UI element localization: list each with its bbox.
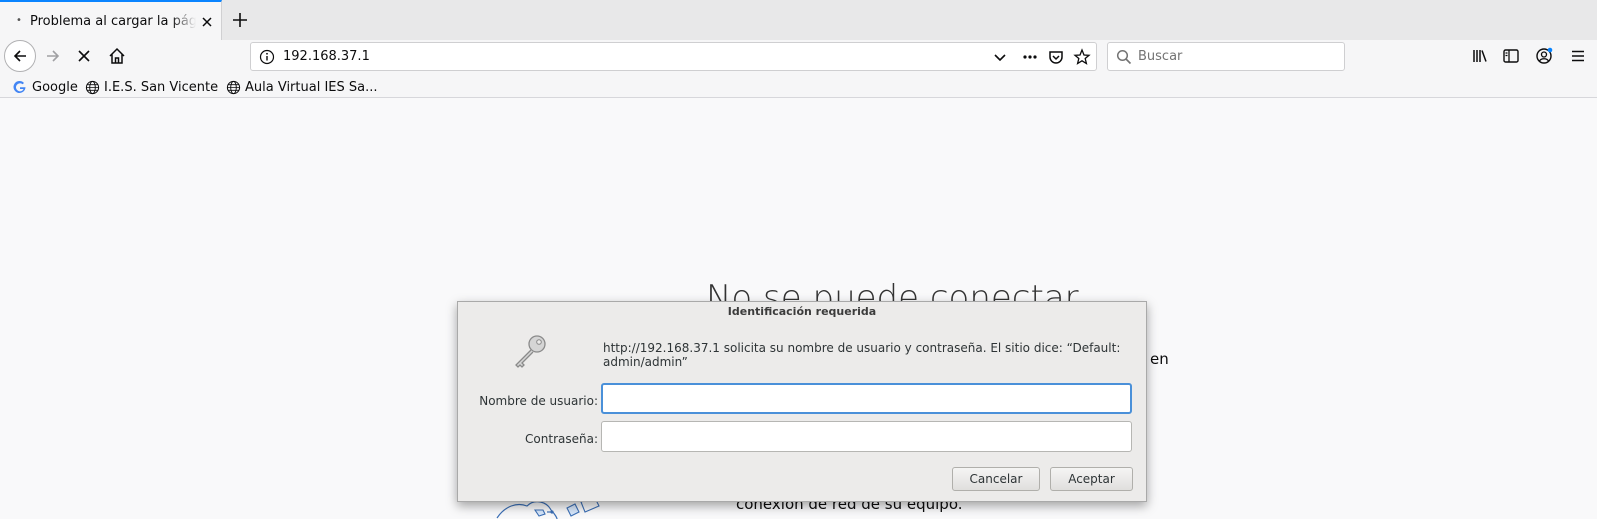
google-icon bbox=[12, 79, 28, 95]
key-icon bbox=[515, 335, 546, 368]
globe-icon bbox=[225, 79, 241, 95]
accept-button[interactable]: Aceptar bbox=[1050, 467, 1133, 491]
username-label: Nombre de usuario: bbox=[479, 394, 598, 408]
password-field[interactable] bbox=[601, 421, 1132, 452]
url-bar[interactable]: 192.168.37.1 bbox=[250, 42, 1097, 71]
bookmark-label: Google bbox=[32, 79, 78, 95]
hamburger-menu-icon[interactable] bbox=[1569, 47, 1587, 65]
pocket-icon[interactable] bbox=[1047, 48, 1065, 66]
search-bar[interactable]: Buscar bbox=[1107, 42, 1345, 71]
password-label: Contraseña: bbox=[525, 432, 598, 446]
username-field[interactable] bbox=[601, 383, 1132, 414]
dialog-title: Identificación requerida bbox=[727, 305, 877, 318]
sidebar-icon[interactable] bbox=[1502, 47, 1520, 65]
bookmark-ies-san-vicente[interactable]: I.E.S. San Vicente bbox=[84, 78, 218, 96]
tab-active[interactable]: • Problema al cargar la página bbox=[0, 0, 222, 40]
globe-icon bbox=[84, 79, 100, 95]
star-icon[interactable] bbox=[1073, 48, 1091, 66]
bookmarks-toolbar: Google I.E.S. San Vicente Aula Virtual I… bbox=[0, 76, 1597, 98]
search-placeholder: Buscar bbox=[1138, 49, 1183, 64]
close-icon[interactable] bbox=[199, 14, 215, 30]
back-button[interactable] bbox=[4, 40, 36, 72]
forward-arrow-icon[interactable] bbox=[44, 47, 62, 65]
bookmark-label: I.E.S. San Vicente bbox=[104, 79, 219, 95]
auth-dialog: Identificación requerida http://192.168.… bbox=[457, 301, 1147, 502]
info-icon[interactable] bbox=[259, 49, 275, 65]
chevron-down-icon[interactable] bbox=[991, 48, 1009, 66]
search-icon bbox=[1116, 49, 1132, 65]
url-text[interactable]: 192.168.37.1 bbox=[283, 48, 370, 66]
bookmark-aula-virtual[interactable]: Aula Virtual IES Sa... bbox=[225, 78, 378, 96]
account-icon[interactable] bbox=[1535, 47, 1553, 65]
tab-bar: • Problema al cargar la página bbox=[0, 0, 1597, 40]
error-text-fragment: en bbox=[1150, 350, 1169, 368]
more-actions-icon[interactable] bbox=[1021, 48, 1039, 66]
bookmark-label: Aula Virtual IES Sa... bbox=[245, 79, 378, 95]
home-icon[interactable] bbox=[108, 47, 126, 65]
dialog-message: http://192.168.37.1 solicita su nombre d… bbox=[603, 341, 1121, 369]
cancel-button[interactable]: Cancelar bbox=[952, 467, 1040, 491]
tab-title: Problema al cargar la página bbox=[30, 14, 196, 29]
back-arrow-icon bbox=[13, 50, 26, 62]
library-icon[interactable] bbox=[1471, 47, 1489, 65]
stop-icon[interactable] bbox=[76, 48, 92, 64]
bookmark-google[interactable]: Google bbox=[12, 78, 78, 96]
dot-icon: • bbox=[16, 15, 22, 26]
new-tab-icon[interactable] bbox=[230, 10, 250, 30]
